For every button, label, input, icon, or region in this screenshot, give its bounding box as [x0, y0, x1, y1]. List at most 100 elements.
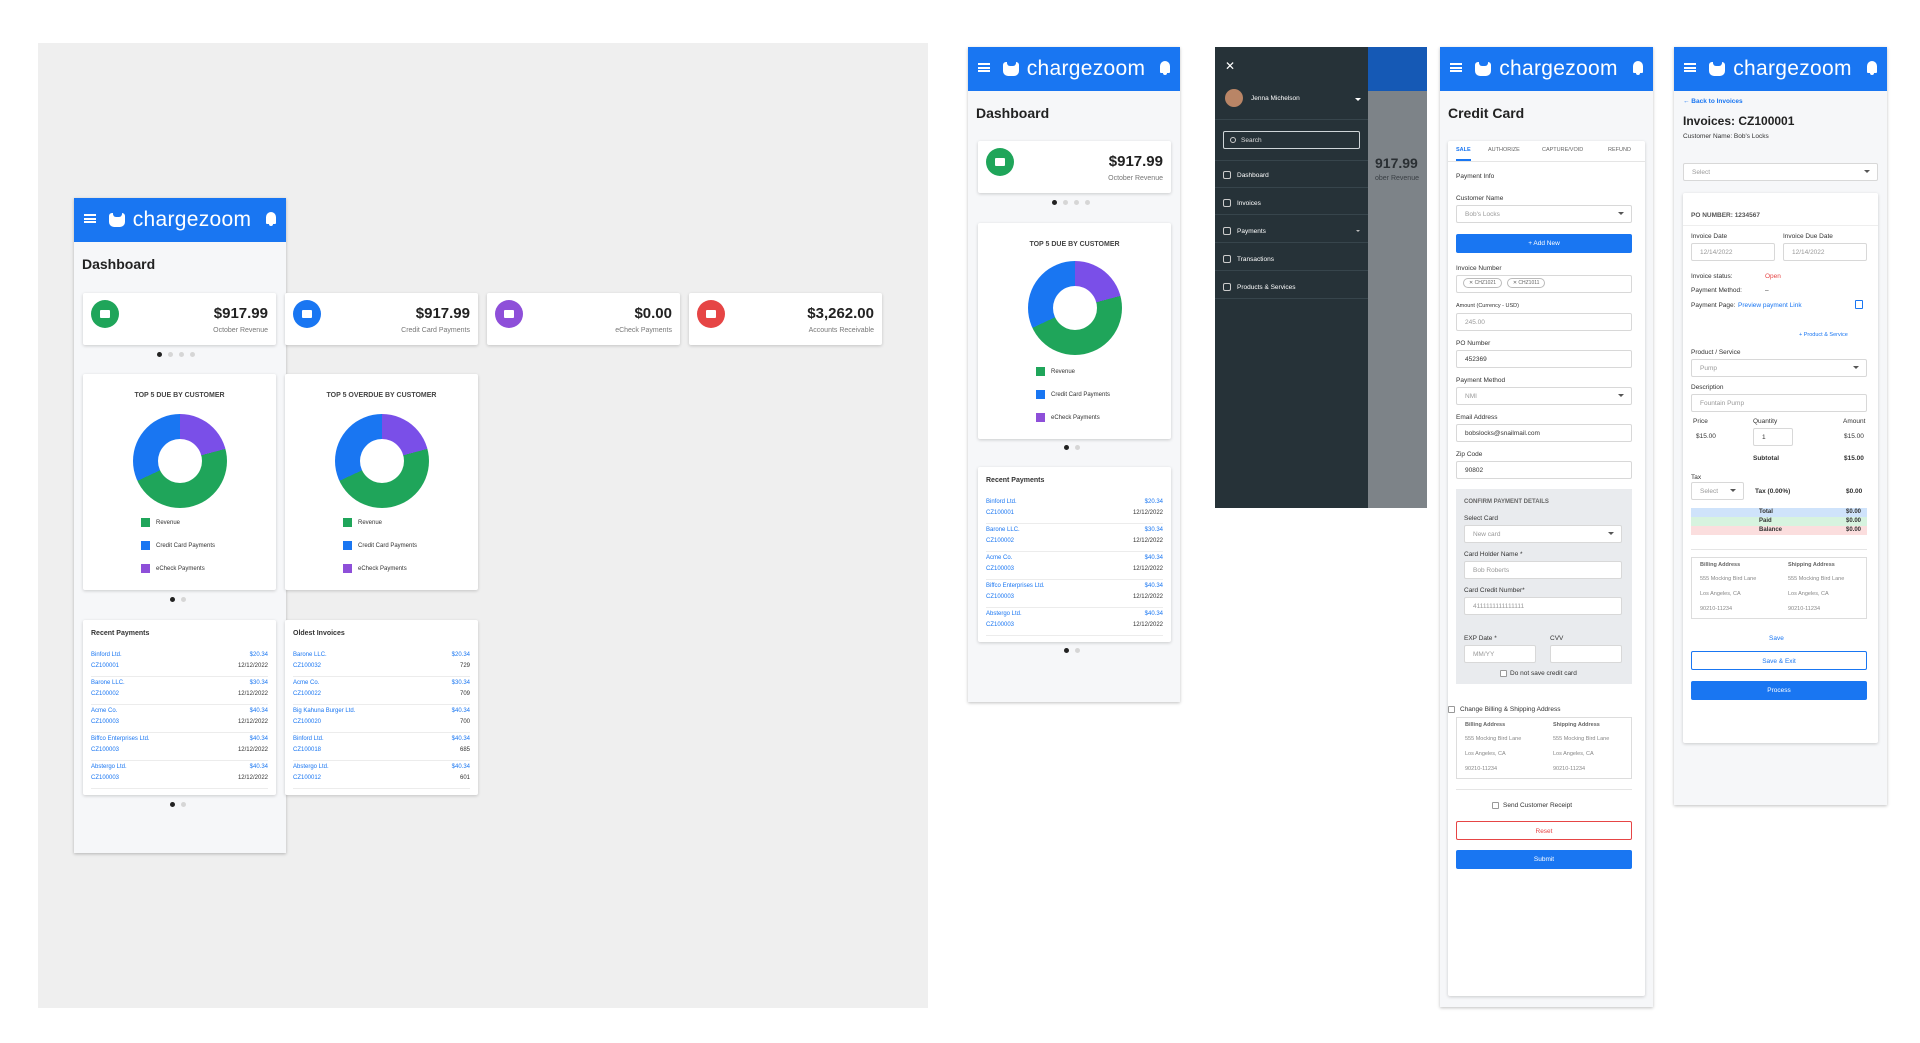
tab-refund[interactable]: REFUND — [1608, 141, 1631, 159]
recent-payments-card: Recent Payments Binford Ltd. CZ100001 $20.… — [83, 620, 276, 795]
list-item[interactable]: Barone LLC. CZ100002 $30.34 12/12/2022 — [986, 524, 1163, 552]
payment-link[interactable]: Preview payment Link — [1738, 302, 1802, 309]
brand-logo: chargezoom — [1475, 57, 1618, 81]
list-item[interactable]: Abstergo Ltd. CZ100003 $40.34 12/12/2022 — [91, 761, 268, 789]
stat-card-echeck[interactable]: $0.00 eCheck Payments — [487, 293, 680, 345]
select-card[interactable]: New card — [1464, 525, 1622, 543]
save-exit-button[interactable]: Save & Exit — [1691, 651, 1867, 670]
carousel-dots[interactable] — [170, 597, 186, 602]
invoice-number-field[interactable]: ✕ CHZ1021 ✕ CHZ1011 — [1456, 275, 1632, 293]
list-item[interactable]: Acme Co. CZ100022 $30.34 709 — [293, 677, 470, 705]
stat-card-credit[interactable]: $917.99 Credit Card Payments — [285, 293, 478, 345]
confirm-title: CONFIRM PAYMENT DETAILS — [1464, 499, 1549, 505]
hamburger-menu-icon[interactable] — [84, 214, 96, 223]
invoice-tag[interactable]: ✕ CHZ1011 — [1506, 278, 1546, 288]
hamburger-menu-icon[interactable] — [1450, 63, 1462, 72]
oldest-invoices-card: Oldest Invoices Barone LLC. CZ100032 $20.3… — [285, 620, 478, 795]
description-input[interactable]: Fountain Pump — [1691, 394, 1867, 412]
list-item[interactable]: Barone LLC. CZ100032 $20.34 729 — [293, 649, 470, 677]
list-item[interactable]: Biffco Enterprises Ltd. CZ100003 $40.34 12/… — [986, 580, 1163, 608]
list-item[interactable]: Abstergo Ltd. CZ100012 $40.34 601 — [293, 761, 470, 789]
product-select[interactable]: Pump — [1691, 359, 1867, 377]
app-header: chargezoom — [74, 198, 286, 242]
chevron-down-icon — [1864, 170, 1870, 173]
due-date-input[interactable]: 12/14/2022 — [1783, 243, 1867, 261]
card-number-input[interactable]: 4111111111111111 — [1464, 597, 1622, 615]
list-item[interactable]: Binford Ltd. CZ100001 $20.34 12/12/2022 — [91, 649, 268, 677]
exp-input[interactable]: MM/YY — [1464, 645, 1536, 663]
invoice-date-input[interactable]: 12/14/2022 — [1691, 243, 1775, 261]
save-link[interactable]: Save — [1769, 635, 1784, 642]
amount-input[interactable]: 245.00 — [1456, 313, 1632, 331]
tab-authorize[interactable]: AUTHORIZE — [1488, 141, 1520, 159]
carousel-dots[interactable] — [1052, 200, 1090, 205]
stat-card-receivable[interactable]: $3,262.00 Accounts Receivable — [689, 293, 882, 345]
chevron-down-icon — [1608, 532, 1614, 535]
copy-icon[interactable] — [1855, 300, 1863, 309]
select-card-label: Select Card — [1464, 515, 1498, 522]
submit-button[interactable]: Submit — [1456, 850, 1632, 869]
zip-input[interactable]: 90802 — [1456, 461, 1632, 479]
back-link[interactable]: ← Back to Invoices — [1683, 98, 1743, 105]
calendar-icon — [697, 300, 725, 328]
bell-icon[interactable] — [1867, 61, 1877, 75]
list-item[interactable]: Acme Co. CZ100003 $40.34 12/12/2022 — [91, 705, 268, 733]
add-product-link[interactable]: + Product & Service — [1799, 332, 1848, 338]
list-item[interactable]: Barone LLC. CZ100002 $30.34 12/12/2022 — [91, 677, 268, 705]
avatar[interactable] — [1225, 89, 1243, 107]
reset-button[interactable]: Reset — [1456, 821, 1632, 840]
send-receipt-checkbox[interactable] — [1492, 802, 1499, 809]
chevron-down-icon[interactable] — [1355, 98, 1361, 101]
hamburger-menu-icon[interactable] — [1684, 63, 1696, 72]
list-item[interactable]: Binford Ltd. CZ100018 $40.34 685 — [293, 733, 470, 761]
customer-select[interactable]: Bob's Locks — [1456, 205, 1632, 223]
list-item[interactable]: Abstergo Ltd. CZ100003 $40.34 12/12/2022 — [986, 608, 1163, 636]
process-button[interactable]: Process — [1691, 681, 1867, 700]
holder-input[interactable]: Bob Roberts — [1464, 561, 1622, 579]
quantity-input[interactable]: 1 — [1753, 428, 1793, 446]
hamburger-menu-icon[interactable] — [978, 63, 990, 72]
list-item[interactable]: Binford Ltd. CZ100001 $20.34 12/12/2022 — [986, 496, 1163, 524]
carousel-dots[interactable] — [1064, 445, 1080, 450]
nav-item-dashboard[interactable]: Dashboard — [1223, 171, 1269, 179]
legend-echeck: eCheck Payments — [1036, 413, 1100, 422]
dashboard-mobile-frame-2: chargezoom Dashboard $917.99 October Rev… — [968, 47, 1180, 702]
chart-card-due: TOP 5 DUE BY CUSTOMER Revenue Credit Car… — [83, 374, 276, 590]
list-item[interactable]: Biffco Enterprises Ltd. CZ100003 $40.34 12/… — [91, 733, 268, 761]
list-item[interactable]: Acme Co. CZ100003 $40.34 12/12/2022 — [986, 552, 1163, 580]
invoice-select[interactable]: Select — [1683, 163, 1878, 181]
user-name[interactable]: Jenna Michelson — [1251, 95, 1300, 102]
change-address-checkbox[interactable] — [1448, 706, 1455, 713]
stat-card-revenue[interactable]: $917.99 October Revenue — [83, 293, 276, 345]
carousel-dots[interactable] — [157, 352, 195, 357]
tax-select[interactable]: Select — [1691, 482, 1744, 500]
no-save-checkbox[interactable] — [1500, 670, 1507, 677]
carousel-dots[interactable] — [1064, 648, 1080, 653]
nav-item-transactions[interactable]: Transactions — [1223, 255, 1274, 263]
po-input[interactable]: 452369 — [1456, 350, 1632, 368]
method-select[interactable]: NMI — [1456, 387, 1632, 405]
close-icon[interactable]: ✕ — [1225, 59, 1235, 73]
add-new-button[interactable]: + Add New — [1456, 234, 1632, 253]
nav-item-products[interactable]: Products & Services — [1223, 283, 1296, 291]
tax-value: $0.00 — [1846, 488, 1863, 495]
po-number: PO NUMBER: 1234567 — [1691, 212, 1760, 219]
email-input[interactable]: bobslocks@snailmail.com — [1456, 424, 1632, 442]
bell-icon[interactable] — [266, 212, 276, 226]
cvv-input[interactable] — [1550, 645, 1622, 663]
carousel-dots[interactable] — [170, 802, 186, 807]
invoice-tag[interactable]: ✕ CHZ1021 — [1463, 278, 1502, 288]
bell-icon[interactable] — [1160, 61, 1170, 75]
tab-capture-void[interactable]: CAPTURE/VOID — [1542, 141, 1583, 159]
nav-item-invoices[interactable]: Invoices — [1223, 199, 1261, 207]
nav-item-payments[interactable]: Payments — [1223, 227, 1266, 235]
list-item[interactable]: Big Kahuna Burger Ltd. CZ100020 $40.34 700 — [293, 705, 470, 733]
bell-icon[interactable] — [1633, 61, 1643, 75]
stat-card-revenue[interactable]: $917.99 October Revenue — [978, 141, 1171, 193]
home-icon — [1223, 171, 1231, 179]
amount-label: Amount — [1843, 418, 1866, 425]
tab-sale[interactable]: SALE — [1456, 141, 1471, 161]
chevron-down-icon[interactable] — [1356, 230, 1360, 232]
search-input[interactable]: Search — [1223, 131, 1360, 149]
chevron-down-icon — [1853, 366, 1859, 369]
